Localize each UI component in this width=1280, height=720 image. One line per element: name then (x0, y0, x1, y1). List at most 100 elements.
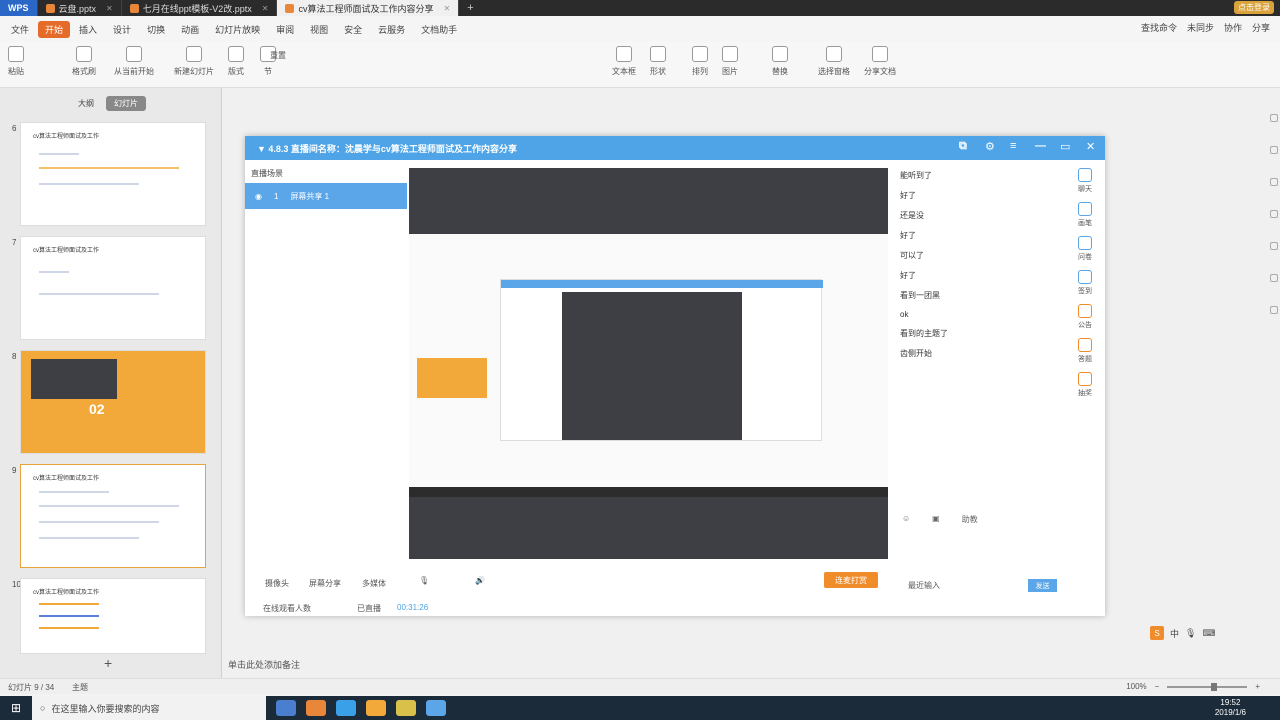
textbox-button[interactable]: 文本框 (612, 46, 636, 77)
add-slide-button[interactable]: + (104, 655, 112, 671)
sidebar-icon[interactable] (1270, 274, 1278, 282)
slide-thumbnail[interactable]: 02 (20, 350, 206, 454)
mic-icon[interactable]: 🎙 (1185, 628, 1196, 639)
sogou-icon[interactable]: S (1150, 626, 1164, 640)
sync-status[interactable]: 未同步 (1187, 21, 1214, 34)
zoom-slider[interactable] (1167, 682, 1248, 691)
notice-tool[interactable]: 公告 (1073, 304, 1097, 330)
selection-pane-button[interactable]: 选择窗格 (818, 46, 850, 77)
new-tab-button[interactable]: + (459, 2, 481, 14)
survey-tool[interactable]: 问卷 (1073, 236, 1097, 262)
arrange-button[interactable]: 排列 (692, 46, 708, 77)
folder-icon[interactable] (396, 700, 416, 716)
menu-transition[interactable]: 切换 (140, 21, 172, 38)
collaborate-button[interactable]: 协作 (1224, 21, 1242, 34)
menu-doc-assistant[interactable]: 文档助手 (414, 21, 464, 38)
menu-animation[interactable]: 动画 (174, 21, 206, 38)
tab-label: WPS (8, 3, 29, 13)
menu-insert[interactable]: 插入 (72, 21, 104, 38)
menu-file[interactable]: 文件 (4, 21, 36, 38)
close-icon[interactable]: ✕ (106, 4, 113, 13)
picture-button[interactable]: 图片 (722, 46, 738, 77)
screen-share-button[interactable]: 屏幕分享 (309, 578, 341, 589)
menu-review[interactable]: 审阅 (269, 21, 301, 38)
minimize-icon[interactable]: — (1035, 140, 1046, 152)
sidebar-icon[interactable] (1270, 242, 1278, 250)
sidebar-icon[interactable] (1270, 210, 1278, 218)
document-tab-active[interactable]: cv算法工程师面试及工作内容分享 ✕ (277, 0, 460, 16)
chat-tool[interactable]: 聊天 (1073, 168, 1097, 194)
popout-icon[interactable]: ⧉ (959, 140, 967, 153)
new-slide-button[interactable]: 新建幻灯片 (174, 46, 214, 77)
menu-cloud[interactable]: 云服务 (371, 21, 412, 38)
menu-view[interactable]: 视图 (303, 21, 335, 38)
pen-tool[interactable]: 画笔 (1073, 202, 1097, 228)
gift-button[interactable]: 连麦打赏 (824, 572, 878, 588)
sidebar-icon[interactable] (1270, 306, 1278, 314)
checkin-tool[interactable]: 签到 (1073, 270, 1097, 296)
role-select[interactable]: 助教 (962, 514, 978, 525)
slide-thumbnail-selected[interactable]: cv算法工程师面试及工作 (20, 464, 206, 568)
scene-item-screen-share[interactable]: ◉ 1 屏幕共享 1 (245, 183, 407, 209)
format-painter-button[interactable]: 格式刷 (72, 46, 96, 77)
speaker-icon[interactable]: 🔊 (475, 576, 485, 585)
menu-home[interactable]: 开始 (38, 20, 71, 38)
close-icon[interactable]: ✕ (262, 4, 269, 13)
taskbar-search[interactable]: ○ 在这里输入你要搜索的内容 (32, 696, 266, 720)
video-preview (409, 168, 888, 559)
share-button[interactable]: 分享 (1252, 21, 1270, 34)
app-icon[interactable] (366, 700, 386, 716)
slide-thumbnail[interactable]: cv算法工程师面试及工作 (20, 578, 206, 654)
image-icon[interactable]: ▣ (932, 514, 940, 525)
zoom-handle[interactable] (1211, 682, 1218, 691)
maximize-icon[interactable]: ▭ (1060, 140, 1070, 153)
lottery-tool[interactable]: 抽奖 (1073, 372, 1097, 398)
close-icon[interactable]: ✕ (443, 4, 450, 13)
replace-button[interactable]: 替换 (772, 46, 788, 77)
tool-label: 画笔 (1078, 220, 1092, 227)
shape-button[interactable]: 形状 (650, 46, 666, 77)
menu-design[interactable]: 设计 (106, 21, 138, 38)
zoom-in-icon[interactable]: + (1255, 682, 1260, 691)
task-view-icon[interactable] (276, 700, 296, 716)
quiz-tool[interactable]: 答题 (1073, 338, 1097, 364)
play-from-current-button[interactable]: 从当前开始 (114, 46, 154, 77)
reset-button[interactable]: 重置 (270, 50, 286, 61)
wps-icon[interactable] (306, 700, 326, 716)
tab-outline[interactable]: 大纲 (70, 96, 102, 111)
tab-slides[interactable]: 幻灯片 (106, 96, 146, 111)
emoji-icon[interactable]: ☺ (902, 514, 910, 525)
menu-security[interactable]: 安全 (337, 21, 369, 38)
sidebar-icon[interactable] (1270, 114, 1278, 122)
login-button[interactable]: 点击登录 (1234, 1, 1274, 14)
paste-button[interactable]: 粘贴 (8, 46, 24, 77)
microphone-icon[interactable]: 🎙 (419, 576, 429, 585)
send-button[interactable]: 发送 (1028, 579, 1057, 592)
layout-button[interactable]: 版式 (228, 46, 244, 77)
ime-mode-icon[interactable]: 中 (1170, 627, 1179, 640)
slide-thumbnail[interactable]: cv算法工程师面试及工作 (20, 236, 206, 340)
share-doc-button[interactable]: 分享文档 (864, 46, 896, 77)
sidebar-icon[interactable] (1270, 178, 1278, 186)
slide-thumbnail[interactable]: cv算法工程师面试及工作 (20, 122, 206, 226)
windows-taskbar: ⊞ ○ 在这里输入你要搜索的内容 19:52 2019/1/6 (0, 696, 1280, 720)
menu-icon[interactable]: ≡ (1010, 140, 1016, 152)
live-app-icon[interactable] (426, 700, 446, 716)
multimedia-button[interactable]: 多媒体 (362, 578, 386, 589)
notes-area[interactable]: 单击此处添加备注 (228, 658, 300, 671)
search-command[interactable]: 查找命令 (1141, 21, 1177, 34)
gear-icon[interactable]: ⚙ (985, 140, 995, 153)
menu-slideshow[interactable]: 幻灯片放映 (208, 21, 267, 38)
document-tab[interactable]: 云盘.pptx ✕ (38, 0, 122, 16)
sidebar-icon[interactable] (1270, 146, 1278, 154)
start-button[interactable]: ⊞ (0, 696, 32, 720)
pptx-icon (45, 3, 55, 13)
camera-button[interactable]: 摄像头 (265, 578, 289, 589)
clock[interactable]: 19:52 2019/1/6 (1215, 698, 1246, 718)
keyboard-icon[interactable]: ⌨ (1202, 628, 1215, 639)
edge-icon[interactable] (336, 700, 356, 716)
zoom-out-icon[interactable]: − (1155, 682, 1160, 691)
document-tab[interactable]: 七月在线ppt模板-V2改.pptx ✕ (122, 0, 278, 16)
close-icon[interactable]: ✕ (1086, 140, 1095, 153)
wps-logo-tab[interactable]: WPS (0, 0, 38, 16)
